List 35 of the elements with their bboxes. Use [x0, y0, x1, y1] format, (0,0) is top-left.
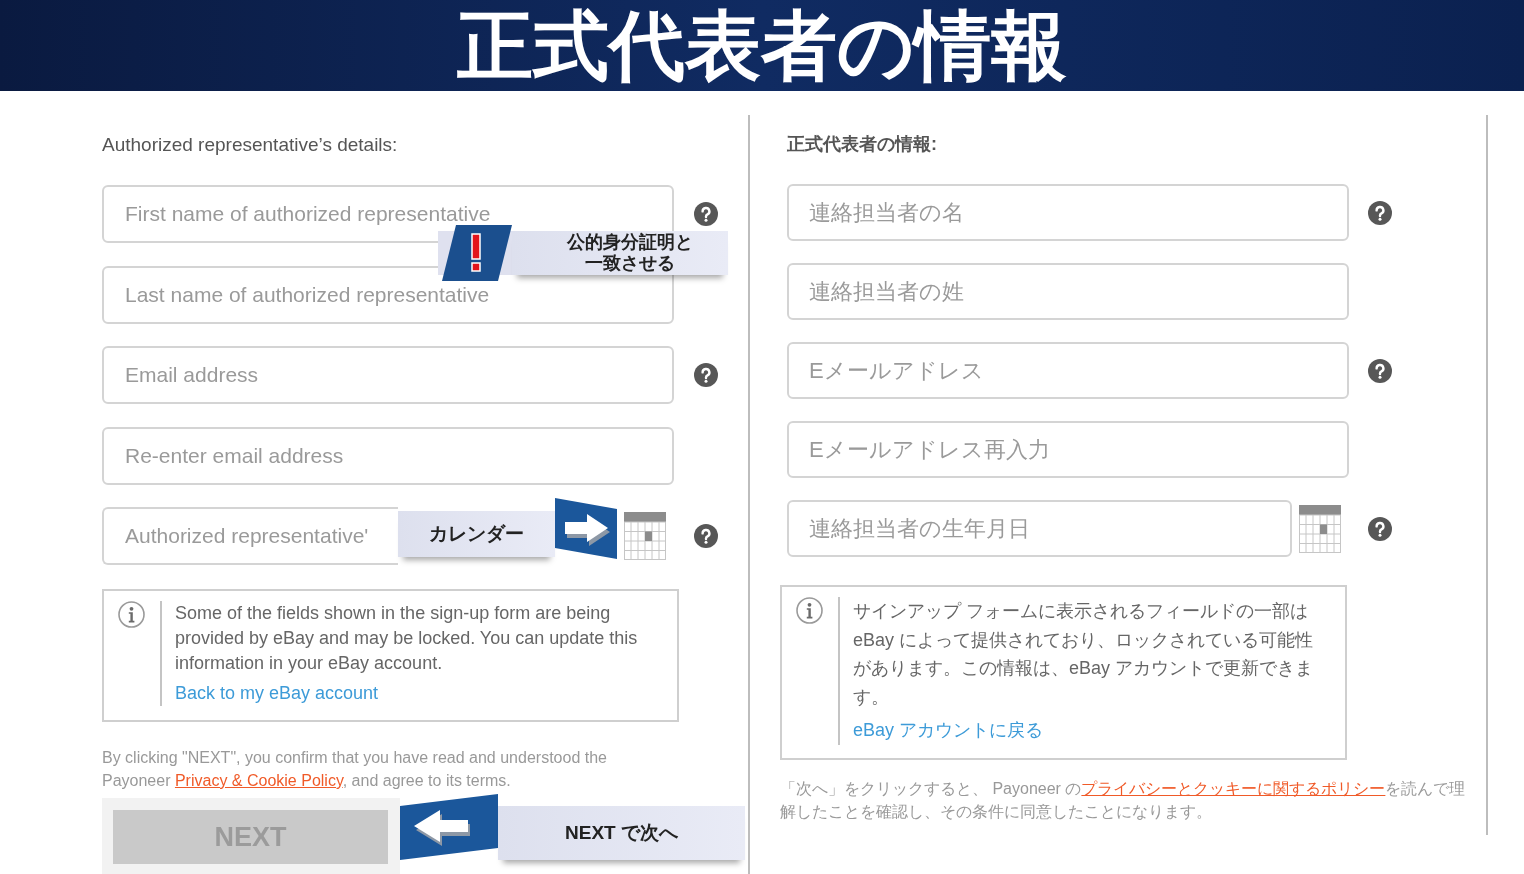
calendar-icon[interactable]: [624, 512, 666, 560]
text-field[interactable]: Re-enter email address: [102, 426, 674, 485]
callout-label: NEXT で次へ: [498, 806, 745, 860]
help-icon[interactable]: [694, 363, 718, 387]
help-icon[interactable]: [1368, 516, 1392, 541]
privacy-policy-link[interactable]: Privacy & Cookie Policy: [174, 772, 343, 789]
section-heading: 正式代表者の情報:: [787, 133, 937, 156]
text-field[interactable]: Email address: [102, 346, 674, 404]
callout-label: 公的身分証明と一致させる: [512, 231, 728, 275]
help-icon[interactable]: [694, 202, 718, 226]
date-field[interactable]: Authorized representative': [102, 507, 398, 565]
help-icon[interactable]: [1368, 358, 1392, 383]
text-field[interactable]: 連絡担当者の姓: [787, 263, 1349, 320]
help-icon[interactable]: [1368, 200, 1392, 225]
exclamation-icon: [438, 225, 512, 281]
info-icon: [796, 597, 823, 624]
date-field[interactable]: 連絡担当者の生年月日: [787, 500, 1292, 557]
privacy-policy-link[interactable]: プライバシーとクッキーに関するポリシー: [1081, 780, 1386, 797]
callout-label: カレンダー: [398, 511, 555, 557]
consent-text: 「次へ」をクリックすると、 Payoneer のプライバシーとクッキーに関するポリシーを読んで理解したことを確認し、その条件に同意したことになります。: [780, 779, 1467, 822]
text-field[interactable]: Eメールアドレス再入力: [787, 421, 1349, 478]
banner-title: 正式代表者の情報: [457, 7, 1067, 84]
right-arrow-icon: [555, 498, 617, 560]
calendar-icon[interactable]: [1299, 504, 1341, 553]
help-icon[interactable]: [694, 524, 718, 548]
info-icon: [118, 601, 145, 628]
consent-text: By clicking "NEXT", you confirm that you have read and understood the Payoneer Privacy & Cookie Policy, and agree to its terms.: [102, 748, 607, 791]
text-field[interactable]: 連絡担当者の名: [787, 184, 1349, 241]
text-field[interactable]: Eメールアドレス: [787, 342, 1349, 399]
left-arrow-icon: [400, 794, 498, 860]
info-text: サインアップ フォームに表示されるフィールドの一部はeBay によって提供されており、ロックされている可能性があります。この情報は、eBay アカウントで更新できます。: [853, 600, 1315, 710]
account-link[interactable]: eBay アカウントに戻る: [853, 715, 1044, 745]
section-heading: Authorized representative’s details:: [102, 133, 398, 157]
account-link[interactable]: Back to my eBay account: [175, 681, 379, 706]
info-text: Some of the fields shown in the sign-up form are being provided by eBay and may be locked. You can update this information in your eBay account.: [175, 602, 639, 675]
